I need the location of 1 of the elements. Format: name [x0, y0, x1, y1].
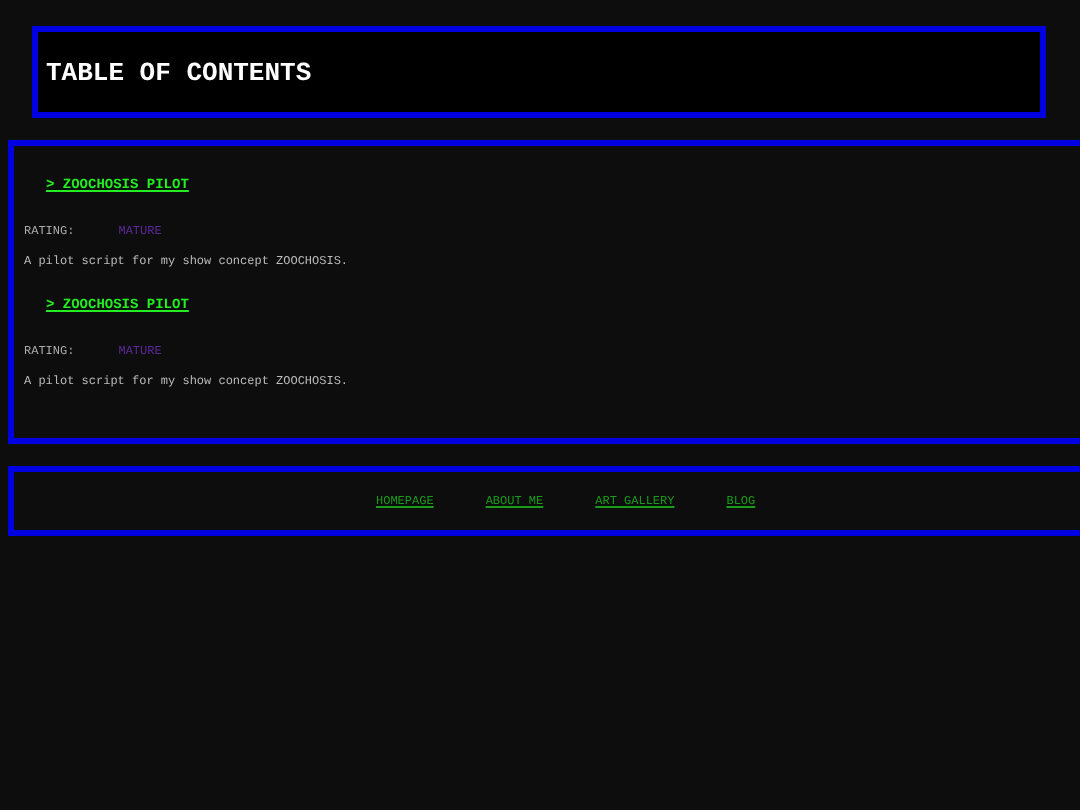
page-title: TABLE OF CONTENTS — [46, 57, 312, 87]
